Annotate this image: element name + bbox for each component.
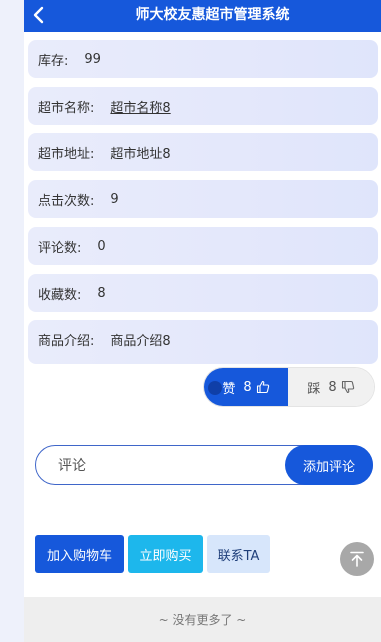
contact-seller-button[interactable]: 联系TA (207, 535, 270, 573)
touch-indicator (208, 381, 222, 395)
thumbs-up-icon (256, 380, 269, 394)
detail-row-stock: 库存: 99 (28, 40, 378, 78)
list-end-message: ~ 没有更多了 ~ (24, 597, 381, 642)
detail-label: 评论数: (38, 240, 82, 256)
detail-label: 收藏数: (38, 287, 82, 303)
detail-value: 99 (84, 51, 101, 67)
detail-label: 超市地址: (38, 146, 95, 162)
dislike-count: 8 (328, 379, 337, 395)
add-to-cart-button[interactable]: 加入购物车 (35, 535, 124, 573)
detail-label: 库存: (38, 53, 69, 69)
vote-toggle: 赞 8 踩 8 (204, 368, 374, 406)
dislike-button[interactable]: 踩 8 (288, 368, 374, 406)
like-label: 赞 (222, 381, 236, 397)
page-title: 师大校友惠超市管理系统 (135, 7, 290, 23)
back-to-top-button[interactable] (340, 542, 374, 576)
like-count: 8 (243, 379, 252, 395)
arrow-up-to-top-icon (350, 551, 364, 567)
comment-form: 添加评论 (35, 445, 373, 486)
detail-row-store-address: 超市地址: 超市地址8 (28, 133, 378, 171)
detail-value: 超市地址8 (110, 146, 171, 162)
detail-label: 超市名称: (38, 100, 95, 116)
page-background (0, 0, 24, 642)
detail-row-description: 商品介绍: 商品介绍8 (28, 320, 378, 364)
detail-row-comments: 评论数: 0 (28, 227, 378, 265)
detail-row-store-name: 超市名称: 超市名称8 (28, 87, 378, 125)
detail-label: 商品介绍: (38, 334, 95, 349)
like-button[interactable]: 赞 8 (204, 368, 288, 406)
comment-input[interactable] (56, 446, 280, 486)
add-comment-button[interactable]: 添加评论 (285, 445, 373, 485)
dislike-label: 踩 (307, 381, 321, 397)
detail-value: 8 (97, 285, 106, 301)
buy-now-button[interactable]: 立即购买 (128, 535, 203, 573)
app-header: 师大校友惠超市管理系统 (24, 0, 381, 32)
detail-value: 9 (110, 191, 119, 207)
app-container: 师大校友惠超市管理系统 库存: 99 超市名称: 超市名称8 超市地址: 超市地… (24, 0, 381, 642)
detail-label: 点击次数: (38, 193, 95, 209)
thumbs-down-icon (341, 380, 354, 394)
detail-value: 商品介绍8 (110, 334, 171, 349)
store-name-link[interactable]: 超市名称8 (110, 97, 170, 116)
detail-row-clicks: 点击次数: 9 (28, 180, 378, 218)
detail-row-favorites: 收藏数: 8 (28, 274, 378, 312)
detail-value: 0 (97, 238, 106, 254)
